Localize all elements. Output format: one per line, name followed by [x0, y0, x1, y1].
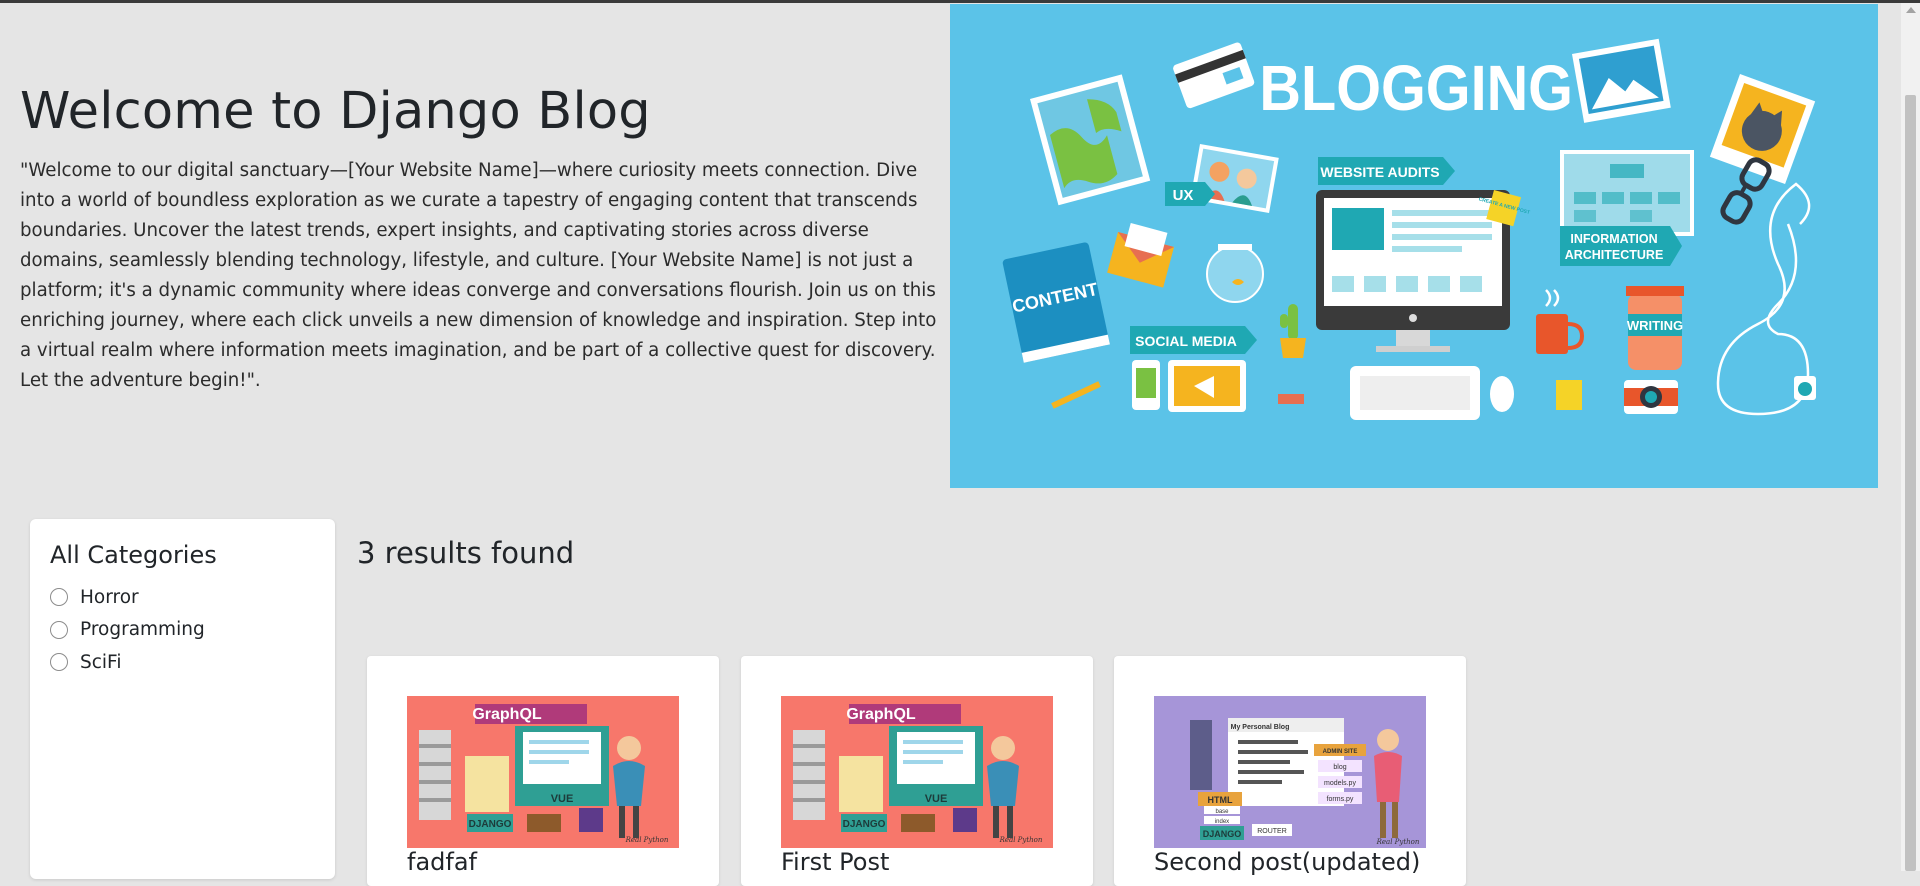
social-media-label: SOCIAL MEDIA: [1135, 333, 1237, 349]
django-label: DJANGO: [469, 819, 512, 830]
index-label: index: [1215, 819, 1229, 825]
ux-label: UX: [1173, 187, 1194, 204]
category-label: SciFi: [80, 651, 122, 673]
router-label: ROUTER: [1257, 828, 1287, 835]
signature-label: Real Python: [625, 836, 669, 844]
writing-label: WRITING: [1627, 318, 1683, 333]
blog-label: blog: [1333, 764, 1346, 771]
writing-jar-icon: WRITING: [1626, 286, 1684, 370]
post-thumbnail[interactable]: GraphQL VUE DJANGO Real Python: [781, 696, 1053, 848]
post-card[interactable]: GraphQL VUE DJANGO Real Python First Pos…: [741, 656, 1093, 886]
radio-button[interactable]: [50, 653, 68, 672]
graphql-label: GraphQL: [846, 706, 916, 723]
ux-tag: UX: [1165, 182, 1215, 206]
fishbowl-icon: [1206, 244, 1264, 303]
graphql-label: GraphQL: [472, 706, 542, 723]
admin-site-label: ADMIN SITE: [1323, 749, 1358, 755]
post-title[interactable]: fadfaf: [407, 848, 477, 876]
scroll-up-arrow-icon[interactable]: [1906, 7, 1916, 13]
camera-icon: [1624, 380, 1678, 414]
my-blog-label: My Personal Blog: [1231, 724, 1290, 731]
page-title: Welcome to Django Blog: [20, 82, 651, 141]
category-option-horror[interactable]: Horror: [50, 581, 205, 614]
keyboard-icon: [1350, 366, 1480, 420]
scrollbar-thumb[interactable]: [1905, 95, 1916, 871]
info-architecture-diagram: [1560, 150, 1694, 236]
html-label: HTML: [1208, 795, 1233, 805]
info-architecture-tag: INFORMATION ARCHITECTURE: [1560, 226, 1682, 266]
categories-title: All Categories: [50, 541, 217, 569]
post-title[interactable]: Second post(updated): [1154, 848, 1420, 876]
usb-icon: [1278, 394, 1304, 404]
website-audits-label: WEBSITE AUDITS: [1320, 164, 1439, 180]
social-media-tag: SOCIAL MEDIA: [1130, 326, 1257, 354]
info-architecture-label-2: ARCHITECTURE: [1565, 248, 1664, 262]
post-title[interactable]: First Post: [781, 848, 889, 876]
phone-icon: [1132, 360, 1160, 410]
category-list: Horror Programming SciFi: [50, 581, 205, 679]
tablet-icon: [1168, 360, 1246, 412]
django-label: DJANGO: [1203, 829, 1242, 839]
post-card[interactable]: My Personal Blog HTML base index DJANGO …: [1114, 656, 1466, 886]
top-border: [0, 0, 1920, 3]
django-label: DJANGO: [843, 819, 886, 830]
signature-label: Real Python: [1376, 838, 1420, 846]
monitor-icon: [1316, 190, 1510, 352]
vue-label: VUE: [925, 793, 948, 805]
mouse-icon: [1490, 376, 1514, 412]
page-scrollbar[interactable]: [1901, 3, 1920, 871]
signature-label: Real Python: [999, 836, 1043, 844]
post-thumbnail[interactable]: GraphQL VUE DJANGO Real Python: [407, 696, 679, 848]
website-audits-tag: WEBSITE AUDITS: [1318, 157, 1455, 185]
radio-button[interactable]: [50, 588, 68, 607]
blogging-illustration: BLOGGING UX WEBSITE AUDITS CREATE A NEW …: [950, 4, 1878, 488]
category-option-scifi[interactable]: SciFi: [50, 646, 205, 679]
models-label: models.py: [1324, 780, 1356, 787]
categories-panel: All Categories Horror Programming SciFi: [30, 519, 335, 879]
results-count: 3 results found: [357, 536, 575, 570]
post-thumbnail[interactable]: My Personal Blog HTML base index DJANGO …: [1154, 696, 1426, 848]
blogging-heading: BLOGGING: [1259, 52, 1573, 123]
category-label: Horror: [80, 586, 139, 608]
category-label: Programming: [80, 619, 205, 641]
forms-label: forms.py: [1327, 796, 1354, 803]
base-label: base: [1215, 809, 1229, 815]
vue-label: VUE: [551, 793, 574, 805]
hero-description: "Welcome to our digital sanctuary—[Your …: [20, 160, 937, 391]
category-option-programming[interactable]: Programming: [50, 614, 205, 647]
post-card[interactable]: GraphQL VUE DJANGO Real Python fadfaf: [367, 656, 719, 886]
radio-button[interactable]: [50, 620, 68, 639]
info-architecture-label-1: INFORMATION: [1570, 232, 1657, 246]
sticky-note-icon: [1556, 380, 1582, 410]
